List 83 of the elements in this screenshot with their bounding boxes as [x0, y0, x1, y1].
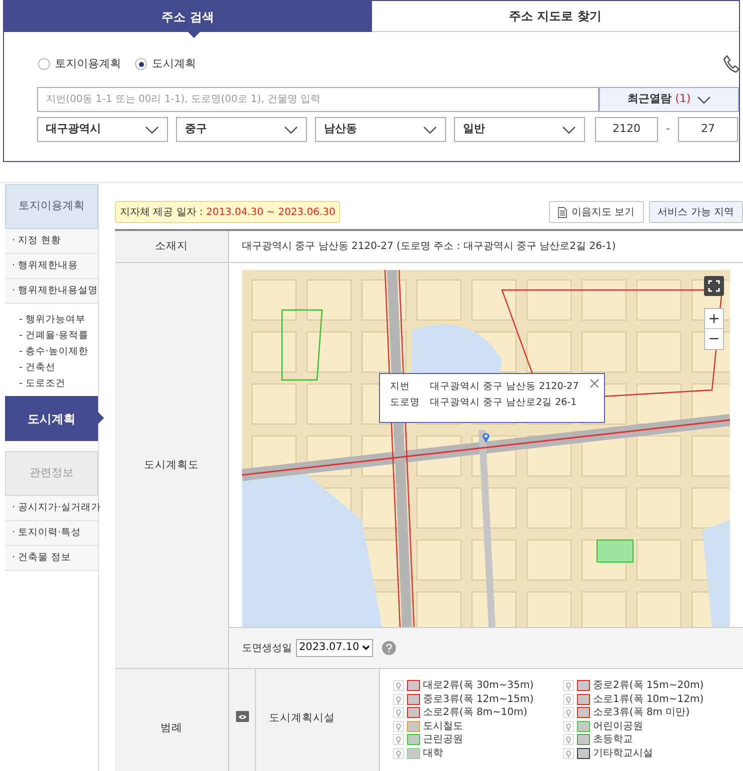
lot-main-field[interactable]: 2120 [595, 117, 658, 142]
chevron-down-icon [423, 126, 437, 134]
sidebar-item[interactable]: · 건축물 정보 [5, 546, 98, 571]
pin-icon[interactable] [563, 748, 574, 759]
sidebar-item[interactable]: · 공시지가·실거래가 [5, 496, 98, 521]
close-icon[interactable] [590, 379, 599, 388]
sidebar-subitem[interactable]: - 층수·높이제한 [5, 344, 98, 360]
sidebar-subitem[interactable]: - 건축선 [5, 360, 98, 376]
legend-label: 기타학교시설 [593, 746, 653, 761]
separator: - [666, 121, 670, 138]
select-dropdown[interactable]: 일반 [454, 117, 585, 142]
chevron-down-icon [284, 126, 298, 134]
pin-icon[interactable] [393, 720, 404, 732]
zoom-in-button[interactable]: + [705, 309, 723, 329]
lot-sub-field[interactable]: 27 [678, 117, 738, 142]
legend-label: 도시철도 [423, 720, 463, 734]
phone-icon[interactable] [723, 55, 739, 73]
map-date-label: 도면생성일 [242, 642, 292, 656]
select-dropdown[interactable]: 대구광역시 [37, 117, 168, 142]
pointer-notch-icon [98, 412, 104, 424]
pin-icon[interactable] [393, 748, 404, 759]
sidebar-header[interactable]: 토지이용계획 [5, 184, 98, 229]
popup-value: 대구광역시 중구 남산로2길 26-1 [430, 396, 577, 410]
select-dropdown[interactable]: 남산동 [315, 117, 446, 142]
help-icon[interactable] [382, 641, 396, 656]
service-area-button[interactable]: 서비스 가능 지역 [648, 201, 743, 223]
sidebar-item[interactable]: · 지정 현황 [5, 229, 98, 254]
legend-label: 소로3류(폭 8m 미만) [593, 706, 690, 720]
pin-icon[interactable] [393, 694, 404, 705]
chevron-down-icon [362, 645, 370, 652]
pin-icon[interactable] [563, 707, 574, 718]
popup-key: 도로명 [390, 396, 430, 410]
popup-key: 지번 [390, 380, 430, 394]
location-value: 대구광역시 중구 남산동 2120-27 (도로명 주소 : 대구광역시 중구 남산로2길 26-1) [241, 240, 616, 254]
legend-label: 대학 [423, 746, 443, 761]
eye-icon[interactable] [236, 711, 248, 722]
legend-label: 근린공원 [423, 733, 463, 748]
location-pin-icon [482, 432, 490, 443]
pin-icon[interactable] [393, 680, 404, 692]
sidebar-item[interactable]: · 행위제한내용 [5, 254, 98, 279]
row-label: 범례 [115, 669, 229, 771]
legend-group-label: 도시계획시설 [256, 669, 380, 771]
document-icon [558, 206, 568, 218]
pin-icon[interactable] [563, 720, 574, 732]
map-view[interactable]: + − 지번 대구광역시 중구 남산동 2120-27 도로명 대구광역시 중구 남산로2길 26-1 [242, 270, 730, 627]
recent-view-button[interactable]: 최근열람 (1) [599, 87, 739, 112]
map-date-select[interactable]: 2023.07.10 [296, 639, 374, 658]
sidebar-item[interactable]: · 토지이력·특성 [5, 521, 98, 546]
radio-button[interactable] [135, 58, 147, 70]
radio-label: 도시계획 [152, 56, 196, 72]
map-view-button[interactable]: 이음지도 보기 [549, 201, 644, 223]
legend-label: 대로2류(폭 30m~35m) [423, 679, 534, 694]
legend-label: 어린이공원 [593, 720, 643, 734]
chevron-down-icon [562, 126, 576, 134]
sidebar-item[interactable]: 도시계획 [5, 396, 98, 441]
legend-label: 초등학교 [593, 733, 633, 748]
tab[interactable]: 주소 검색 [4, 1, 372, 32]
chevron-down-icon [696, 96, 711, 104]
pin-icon[interactable] [393, 707, 404, 718]
sidebar-subitem[interactable]: - 도로조건 [5, 376, 98, 392]
pin-icon[interactable] [563, 734, 574, 746]
row-label: 소재지 [115, 231, 229, 262]
legend-label: 중로2류(폭 15m~20m) [593, 679, 704, 694]
legend-label: 중로3류(폭 12m~15m) [423, 692, 534, 707]
pin-icon[interactable] [393, 734, 404, 746]
zoom-out-button[interactable]: − [705, 329, 723, 349]
pin-icon[interactable] [563, 694, 574, 705]
pointer-notch-icon [188, 32, 200, 38]
sidebar-item[interactable]: · 행위제한내용설명 [5, 279, 98, 304]
row-label: 도시계획도 [115, 263, 229, 668]
sidebar-subitem[interactable]: - 행위가능여부 [5, 312, 98, 328]
legend-label: 소로2류(폭 8m~10m) [423, 706, 528, 720]
chevron-down-icon [145, 126, 159, 134]
search-field[interactable]: 지번(00동 1-1 또는 00리 1-1), 도로명(00로 1), 건물명 입력 [37, 87, 599, 112]
provide-date-badge: 지자체 제공 일자 : 2013.04.30 ~ 2023.06.30 [115, 201, 340, 223]
select-dropdown[interactable]: 중구 [176, 117, 307, 142]
legend-label: 소로1류(폭 10m~12m) [593, 692, 704, 707]
sidebar-subitem[interactable]: - 건폐율·용적률 [5, 328, 98, 344]
radio-label: 토지이용계획 [55, 56, 121, 72]
popup-value: 대구광역시 중구 남산동 2120-27 [430, 380, 579, 394]
radio-button[interactable] [38, 58, 50, 70]
pin-icon[interactable] [563, 680, 574, 692]
fullscreen-button[interactable] [704, 276, 724, 296]
